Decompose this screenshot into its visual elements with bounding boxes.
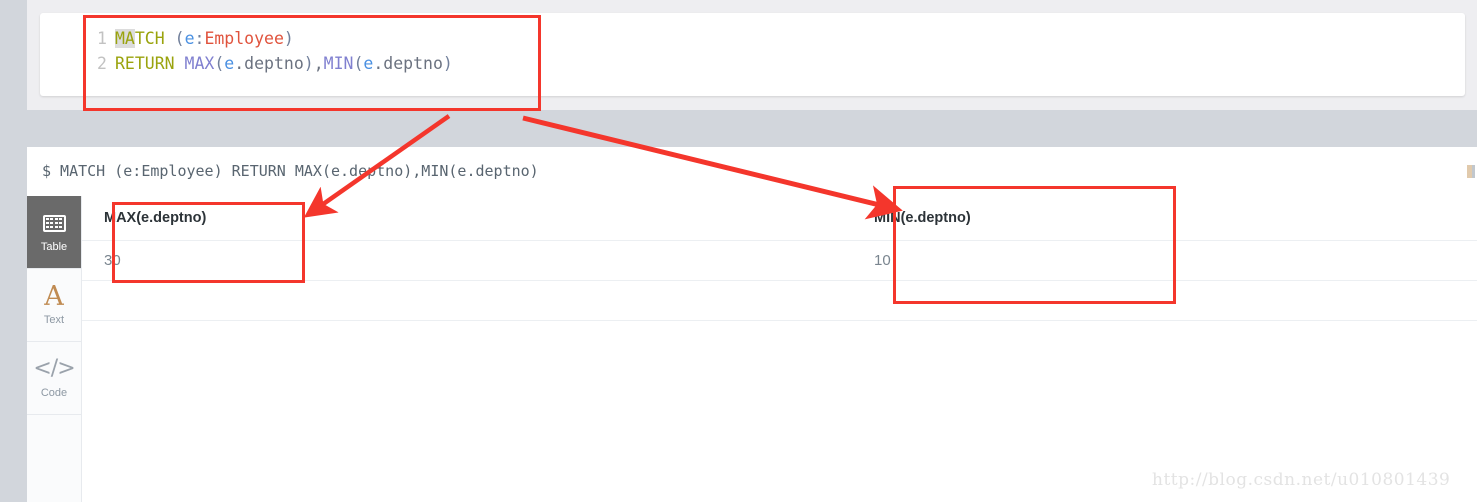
code-token: ( bbox=[214, 54, 225, 73]
code-token: ) bbox=[303, 54, 314, 73]
code-token: RETURN bbox=[115, 54, 175, 73]
code-token: .deptno bbox=[373, 54, 443, 73]
left-gutter-strip bbox=[0, 0, 27, 110]
code-token: .deptno bbox=[234, 54, 304, 73]
code-token: MA bbox=[115, 29, 135, 48]
result-query-bar: $ MATCH (e:Employee) RETURN MAX(e.deptno… bbox=[27, 147, 1477, 197]
code-token: Employee bbox=[204, 29, 284, 48]
table-header-cell-max[interactable]: MAX(e.deptno) bbox=[82, 196, 852, 240]
angle-brackets-icon: </> bbox=[33, 356, 75, 381]
code-line-1: 1 MATCH (e:Employee) bbox=[97, 26, 453, 51]
code-token: : bbox=[194, 29, 205, 48]
code-token: e bbox=[184, 29, 195, 48]
table-header-row: MAX(e.deptno) MIN(e.deptno) bbox=[82, 196, 1477, 241]
code-token: ( bbox=[174, 29, 185, 48]
query-editor-panel: 1 MATCH (e:Employee) 2 RETURN MAX(e.deptno)… bbox=[27, 0, 1477, 110]
line-number: 2 bbox=[97, 54, 107, 73]
code-token: , bbox=[313, 54, 324, 73]
code-token: ( bbox=[353, 54, 364, 73]
result-view-tabs: Table A Text </> Code bbox=[27, 196, 82, 502]
code-line-2: 2 RETURN MAX(e.deptno),MIN(e.deptno) bbox=[97, 51, 453, 76]
table-empty-cell-a bbox=[82, 281, 852, 320]
table-empty-row bbox=[82, 281, 1477, 321]
result-frame: $ MATCH (e:Employee) RETURN MAX(e.deptno… bbox=[27, 147, 1477, 502]
sidebar-item-code[interactable]: </> Code bbox=[27, 342, 81, 415]
code-token: ) bbox=[442, 54, 453, 73]
panel-gap-band bbox=[0, 110, 1477, 147]
letter-a-icon: A bbox=[44, 280, 64, 312]
code-token: TCH bbox=[134, 29, 165, 48]
sidebar-item-label-table: Table bbox=[40, 241, 68, 253]
code-token: e bbox=[363, 54, 374, 73]
screenshot-root: 1 MATCH (e:Employee) 2 RETURN MAX(e.deptno)… bbox=[0, 0, 1477, 502]
watermark-text: http://blog.csdn.net/u010801439 bbox=[1152, 470, 1451, 490]
line-number: 1 bbox=[97, 29, 107, 48]
table-row[interactable]: 30 10 bbox=[82, 241, 1477, 281]
code-token: MAX bbox=[184, 54, 215, 73]
sidebar-item-label-code: Code bbox=[40, 387, 68, 399]
table-cell-max-value: 30 bbox=[104, 252, 121, 269]
table-cell-min-value: 10 bbox=[874, 252, 891, 269]
sidebar-item-label-text: Text bbox=[43, 314, 65, 326]
table-empty-cell-b bbox=[852, 281, 1477, 320]
sidebar-item-text[interactable]: A Text bbox=[27, 269, 81, 342]
table-header-cell-min[interactable]: MIN(e.deptno) bbox=[852, 196, 1477, 240]
results-table: MAX(e.deptno) MIN(e.deptno) 30 10 bbox=[82, 196, 1477, 502]
query-code-area[interactable]: 1 MATCH (e:Employee) 2 RETURN MAX(e.deptno)… bbox=[97, 26, 453, 76]
code-token: e bbox=[224, 54, 235, 73]
code-token: MIN bbox=[323, 54, 354, 73]
code-token: ) bbox=[283, 29, 294, 48]
pin-icon[interactable] bbox=[1466, 164, 1475, 179]
sidebar-item-table[interactable]: Table bbox=[27, 196, 81, 269]
table-grid-icon bbox=[41, 211, 67, 235]
query-editor-card[interactable]: 1 MATCH (e:Employee) 2 RETURN MAX(e.deptno)… bbox=[40, 13, 1465, 96]
result-query-text: $ MATCH (e:Employee) RETURN MAX(e.deptno… bbox=[42, 162, 539, 180]
